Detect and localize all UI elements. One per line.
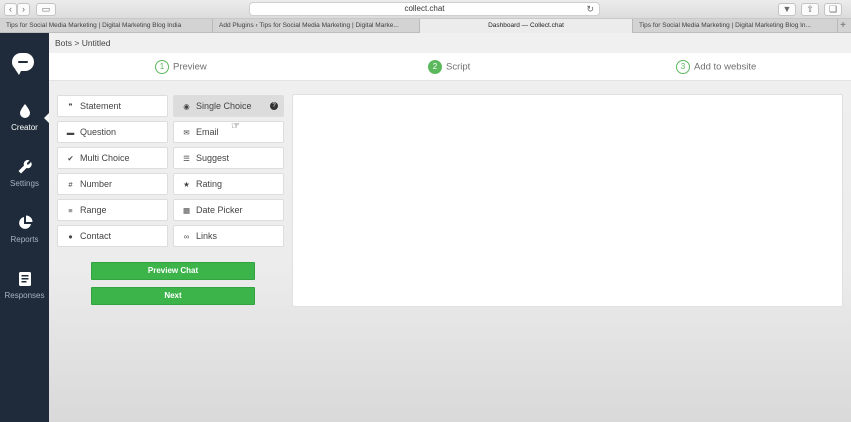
question-type-label: Email [196, 127, 219, 137]
sidebar-item-creator[interactable]: Creator [0, 103, 49, 132]
mouse-cursor-icon: ☞ [231, 121, 240, 132]
sidebar-item-label: Reports [10, 235, 39, 244]
sidebar-item-label: Settings [10, 179, 39, 188]
step-label: Preview [173, 61, 207, 73]
browser-tab[interactable]: Tips for Social Media Marketing | Digita… [0, 19, 213, 33]
question-type-statement[interactable]: ❞ Statement [57, 95, 168, 117]
question-type-label: Multi Choice [80, 153, 130, 163]
reload-icon[interactable]: ↻ [586, 3, 594, 15]
question-type-label: Links [196, 231, 218, 241]
question-type-email[interactable]: ✉ Email [173, 121, 284, 143]
question-type-rating[interactable]: ★ Rating [173, 173, 284, 195]
forward-button[interactable]: › [17, 3, 30, 16]
step-label: Script [446, 61, 471, 73]
sidebar-item-label: Creator [11, 123, 38, 132]
breadcrumb: Bots > Untitled [55, 38, 111, 48]
question-type-label: Suggest [196, 153, 230, 163]
link-icon: ∞ [183, 232, 190, 241]
share-button[interactable]: ⇧ [801, 3, 819, 16]
question-type-range[interactable]: ≡ Range [57, 199, 168, 221]
sidebar-item-settings[interactable]: Settings [0, 159, 49, 188]
check-circle-icon: ✔ [67, 154, 74, 163]
back-button[interactable]: ‹ [4, 3, 17, 16]
envelope-icon: ✉ [183, 128, 190, 137]
question-type-label: Question [80, 127, 117, 137]
question-type-suggest[interactable]: ☰ Suggest [173, 147, 284, 169]
step-number: 1 [155, 60, 169, 74]
contact-icon: ● [68, 232, 73, 241]
sidebar-item-reports[interactable]: Reports [0, 215, 49, 244]
document-icon [18, 272, 31, 286]
chat-preview-panel [292, 94, 843, 307]
question-type-number[interactable]: # Number [57, 173, 168, 195]
url-bar[interactable]: collect.chat ↻ [249, 2, 600, 16]
question-type-label: Rating [196, 179, 223, 189]
sidebar-toggle-button[interactable]: ▭ [36, 3, 56, 16]
hash-icon: # [68, 180, 73, 189]
step-number: 3 [676, 60, 690, 74]
chat-icon: ▬ [66, 128, 75, 137]
question-type-date-picker[interactable]: ▦ Date Picker [173, 199, 284, 221]
list-icon: ☰ [183, 154, 190, 163]
step-add-to-website[interactable]: 3 Add to website [676, 60, 756, 74]
step-label: Add to website [694, 61, 757, 73]
sidebar-item-responses[interactable]: Responses [0, 271, 49, 300]
question-type-single-choice[interactable]: ◉ Single Choice? [173, 95, 284, 117]
question-type-label: Contact [80, 231, 112, 241]
main-content: Bots > Untitled 1 Preview 2 Script 3 Add to… [49, 33, 851, 422]
wrench-icon [18, 160, 32, 174]
next-button[interactable]: Next [91, 287, 255, 305]
statement-icon: ❞ [68, 102, 73, 111]
tab-strip: Tips for Social Media Marketing | Digita… [0, 19, 851, 33]
url-text: collect.chat [404, 4, 445, 13]
pie-chart-icon [18, 215, 32, 229]
tabs-overview-button[interactable]: ❏ [824, 3, 842, 16]
step-progress-bar: 1 Preview 2 Script 3 Add to website [49, 53, 851, 81]
calendar-icon: ▦ [182, 206, 191, 215]
download-button[interactable]: ▼ [778, 3, 796, 16]
browser-tab[interactable]: Tips for Social Media Marketing | Digita… [633, 19, 838, 33]
question-type-label: Statement [80, 101, 122, 111]
help-icon[interactable]: ? [270, 102, 278, 110]
browser-tab-active[interactable]: Dashboard — Collect.chat [420, 19, 633, 33]
star-icon: ★ [183, 180, 190, 189]
range-icon: ≡ [68, 206, 73, 215]
question-type-links[interactable]: ∞ Links [173, 225, 284, 247]
drop-icon [19, 104, 30, 118]
question-type-label: Date Picker [196, 205, 243, 215]
question-type-question[interactable]: ▬ Question [57, 121, 168, 143]
step-preview[interactable]: 1 Preview [155, 60, 207, 74]
question-type-label: Range [80, 205, 107, 215]
question-type-contact[interactable]: ● Contact [57, 225, 168, 247]
sidebar-item-label: Responses [4, 291, 45, 300]
app-sidebar: Creator Settings Reports Responses [0, 33, 49, 422]
preview-chat-button[interactable]: Preview Chat [91, 262, 255, 280]
step-script[interactable]: 2 Script [428, 60, 470, 74]
question-type-label: Single Choice [196, 101, 252, 111]
question-type-multi-choice[interactable]: ✔ Multi Choice [57, 147, 168, 169]
step-number: 2 [428, 60, 442, 74]
new-tab-icon[interactable]: + [840, 19, 846, 32]
collect-chat-logo-icon[interactable] [12, 53, 34, 75]
browser-toolbar: ‹ › ▭ collect.chat ↻ ▼ ⇧ ❏ [0, 0, 851, 19]
radio-icon: ◉ [183, 102, 190, 111]
question-type-label: Number [80, 179, 113, 189]
browser-tab[interactable]: Add Plugins ‹ Tips for Social Media Mark… [213, 19, 420, 33]
